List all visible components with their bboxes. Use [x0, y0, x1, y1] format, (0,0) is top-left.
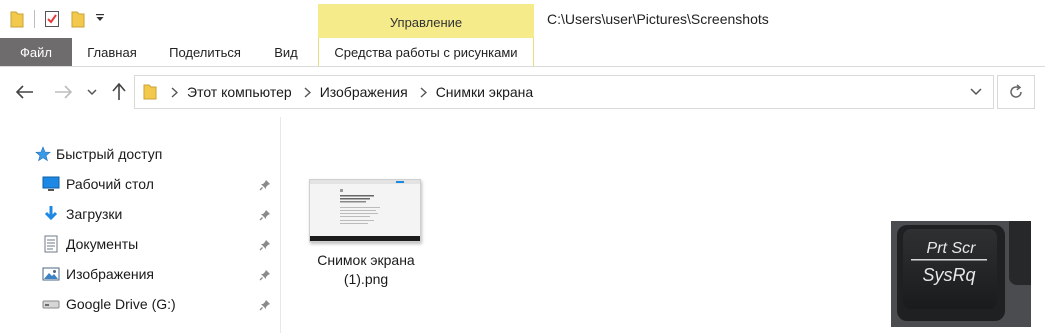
navigation-bar: Этот компьютер Изображения Снимки экрана: [0, 67, 1045, 117]
quick-access[interactable]: Быстрый доступ: [34, 142, 162, 166]
pin-icon[interactable]: [258, 238, 272, 252]
chevron-right-icon[interactable]: [420, 86, 427, 98]
folder-icon[interactable]: [6, 8, 28, 30]
tab-home[interactable]: Главная: [72, 38, 152, 66]
back-button[interactable]: [14, 81, 36, 103]
chevron-down-icon: [87, 88, 97, 95]
nav-item-label: Изображения: [66, 266, 154, 282]
nav-item-label: Загрузки: [66, 206, 123, 222]
recent-locations-button[interactable]: [84, 81, 100, 103]
chevron-right-icon[interactable]: [171, 86, 178, 98]
nav-item-pictures[interactable]: Изображения: [42, 262, 154, 286]
breadcrumb-pictures[interactable]: Изображения: [320, 84, 408, 100]
arrow-up-icon: [112, 83, 126, 100]
key-label-top: Prt Scr: [927, 240, 977, 257]
file-name: Снимок экрана (1).png: [317, 252, 415, 287]
tab-file[interactable]: Файл: [0, 38, 72, 66]
chevron-down-icon: [970, 88, 982, 96]
documents-icon: [42, 235, 60, 253]
customize-arrow-icon[interactable]: [93, 13, 107, 26]
window-title: C:\Users\user\Pictures\Screenshots: [547, 11, 769, 27]
download-icon: [42, 205, 60, 223]
quick-access-toolbar: [6, 8, 107, 30]
nav-item-google-drive[interactable]: Google Drive (G:): [42, 292, 176, 316]
arrow-left-icon: [16, 85, 33, 99]
properties-icon[interactable]: [41, 8, 63, 30]
address-dropdown-button[interactable]: [969, 85, 983, 99]
tab-picture-tools[interactable]: Средства работы с рисунками: [318, 38, 534, 66]
breadcrumb-screenshots[interactable]: Снимки экрана: [436, 84, 533, 100]
nav-item-label: Документы: [66, 236, 139, 252]
refresh-button[interactable]: [997, 75, 1035, 109]
toolbar-separator: [34, 10, 35, 28]
desktop-icon: [42, 175, 60, 193]
up-button[interactable]: [108, 81, 130, 103]
refresh-icon: [1010, 84, 1022, 98]
pictures-icon: [42, 265, 60, 283]
tab-share[interactable]: Поделиться: [155, 38, 255, 66]
keyboard-key-preview-image: Prt Scr SysRq: [891, 221, 1031, 327]
file-list: Снимок экрана (1).png Prt Scr SysRq: [282, 117, 1045, 333]
tab-view[interactable]: Вид: [260, 38, 312, 66]
navigation-pane: Быстрый доступ Рабочий стол Загрузки Док…: [0, 117, 281, 333]
star-icon: [34, 145, 52, 163]
pin-icon[interactable]: [258, 178, 272, 192]
nav-item-desktop[interactable]: Рабочий стол: [42, 172, 154, 196]
folder-icon: [143, 84, 159, 100]
drive-icon: [42, 295, 60, 313]
file-thumbnail: [309, 179, 421, 242]
chevron-right-icon[interactable]: [304, 86, 311, 98]
title-bar: Управление C:\Users\user\Pictures\Screen…: [0, 0, 1045, 40]
nav-item-label: Google Drive (G:): [66, 296, 176, 312]
pin-icon[interactable]: [258, 298, 272, 312]
breadcrumb-this-pc[interactable]: Этот компьютер: [187, 84, 292, 100]
quick-access-label: Быстрый доступ: [56, 146, 163, 162]
nav-item-documents[interactable]: Документы: [42, 232, 138, 256]
arrow-right-icon: [55, 85, 72, 99]
nav-item-label: Рабочий стол: [66, 176, 154, 192]
key-label-bottom: SysRq: [922, 265, 975, 285]
forward-button[interactable]: [52, 81, 74, 103]
pin-icon[interactable]: [258, 208, 272, 222]
address-bar[interactable]: Этот компьютер Изображения Снимки экрана: [134, 75, 994, 109]
ribbon-tabs: Файл Главная Поделиться Вид Средства раб…: [0, 38, 1045, 67]
pin-icon[interactable]: [258, 268, 272, 282]
context-tab-header: Управление: [318, 4, 534, 40]
new-folder-icon[interactable]: [67, 8, 89, 30]
file-item[interactable]: Снимок экрана (1).png: [306, 177, 426, 297]
nav-item-downloads[interactable]: Загрузки: [42, 202, 122, 226]
